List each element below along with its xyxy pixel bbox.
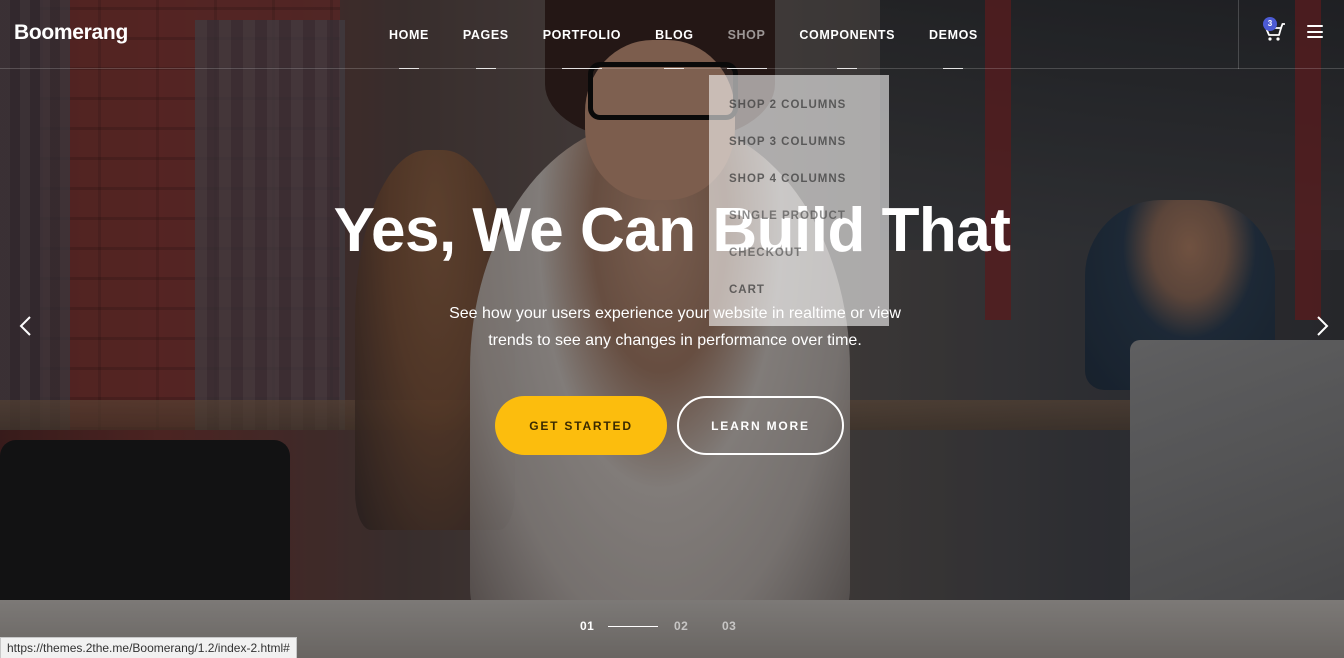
nav-item-portfolio[interactable]: PORTFOLIO (526, 0, 638, 69)
dropdown-item-cart[interactable]: CART (709, 284, 889, 321)
nav-item-components[interactable]: COMPONENTS (782, 0, 912, 69)
nav-underline (561, 68, 602, 69)
slider-next-arrow-icon[interactable] (1316, 316, 1330, 336)
nav-underline (398, 68, 419, 69)
slider-pagination: 01 02 03 (580, 618, 746, 634)
slide-indicator-03[interactable]: 03 (722, 619, 746, 633)
hero-title: Yes, We Can Build That (333, 196, 1011, 265)
header-actions: 3 (1238, 0, 1344, 69)
cart-count-badge: 3 (1263, 17, 1277, 31)
dropdown-item-checkout[interactable]: CHECKOUT (709, 247, 889, 284)
slide-progress-line (608, 625, 658, 627)
nav-underline (943, 68, 964, 69)
shop-dropdown-menu: SHOP 2 COLUMNS SHOP 3 COLUMNS SHOP 4 COL… (709, 75, 889, 326)
dropdown-item-shop-4-columns[interactable]: SHOP 4 COLUMNS (709, 173, 889, 210)
main-nav: HOME PAGES PORTFOLIO BLOG SHOP COMPONENT… (372, 0, 995, 69)
nav-item-pages[interactable]: PAGES (446, 0, 526, 69)
slider-prev-arrow-icon[interactable] (18, 316, 32, 336)
dropdown-item-shop-2-columns[interactable]: SHOP 2 COLUMNS (709, 99, 889, 136)
nav-item-demos[interactable]: DEMOS (912, 0, 995, 69)
nav-item-shop[interactable]: SHOP (711, 0, 783, 69)
dropdown-item-shop-3-columns[interactable]: SHOP 3 COLUMNS (709, 136, 889, 173)
browser-status-bar: https://themes.2the.me/Boomerang/1.2/ind… (0, 637, 297, 658)
slide-indicator-02[interactable]: 02 (674, 619, 698, 633)
nav-item-label: DEMOS (929, 27, 978, 42)
nav-item-blog[interactable]: BLOG (638, 0, 711, 69)
slide-indicator-01[interactable]: 01 (580, 619, 604, 633)
get-started-button[interactable]: GET STARTED (495, 396, 667, 455)
hero-subtitle-line: trends to see any changes in performance… (488, 332, 862, 349)
hamburger-menu-icon[interactable] (1307, 25, 1323, 38)
nav-item-label: BLOG (655, 27, 694, 42)
nav-underline (837, 68, 858, 69)
nav-item-label: PAGES (462, 27, 509, 42)
nav-underline (475, 68, 496, 69)
nav-underline (726, 68, 767, 69)
nav-underline (664, 68, 685, 69)
nav-item-label: PORTFOLIO (542, 27, 622, 42)
nav-item-label: SHOP (727, 27, 766, 42)
site-header: Boomerang HOME PAGES PORTFOLIO BLOG SHOP… (0, 0, 1344, 69)
learn-more-button[interactable]: LEARN MORE (677, 396, 844, 455)
dropdown-item-single-product[interactable]: SINGLE PRODUCT (709, 210, 889, 247)
nav-item-label: HOME (389, 27, 429, 42)
nav-item-label: COMPONENTS (799, 27, 896, 42)
site-logo[interactable]: Boomerang (14, 21, 128, 45)
nav-item-home[interactable]: HOME (372, 0, 446, 69)
